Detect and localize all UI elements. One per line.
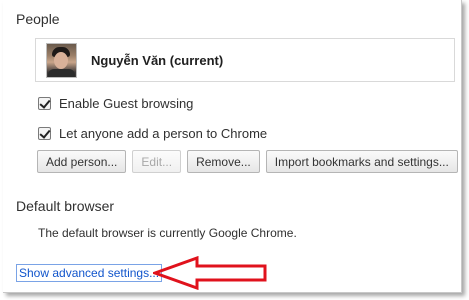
- guest-browsing-checkbox[interactable]: [38, 97, 51, 110]
- default-browser-title: Default browser: [16, 198, 115, 214]
- people-button-row: Add person... Edit... Remove... Import b…: [37, 150, 458, 173]
- edit-button[interactable]: Edit...: [132, 150, 182, 173]
- anyone-add-person-option: Let anyone add a person to Chrome: [38, 126, 267, 141]
- avatar: [46, 42, 77, 78]
- remove-button[interactable]: Remove...: [187, 150, 260, 173]
- show-advanced-settings-link[interactable]: Show advanced settings...: [16, 264, 163, 282]
- import-bookmarks-button[interactable]: Import bookmarks and settings...: [265, 150, 458, 173]
- default-browser-status: The default browser is currently Google …: [38, 226, 297, 240]
- guest-browsing-option: Enable Guest browsing: [38, 96, 193, 111]
- add-person-button[interactable]: Add person...: [37, 150, 127, 173]
- profile-row-current[interactable]: Nguyễn Văn (current): [37, 40, 453, 80]
- anyone-add-person-label[interactable]: Let anyone add a person to Chrome: [59, 126, 267, 141]
- profile-name: Nguyễn Văn (current): [91, 52, 224, 68]
- guest-browsing-label[interactable]: Enable Guest browsing: [59, 96, 193, 111]
- anyone-add-person-checkbox[interactable]: [38, 127, 51, 140]
- settings-panel: People Nguyễn Văn (current) Enable Guest…: [3, 0, 462, 293]
- annotation-arrow-icon: [153, 256, 267, 290]
- profile-list: Nguyễn Văn (current): [35, 38, 455, 82]
- people-section-title: People: [16, 11, 60, 27]
